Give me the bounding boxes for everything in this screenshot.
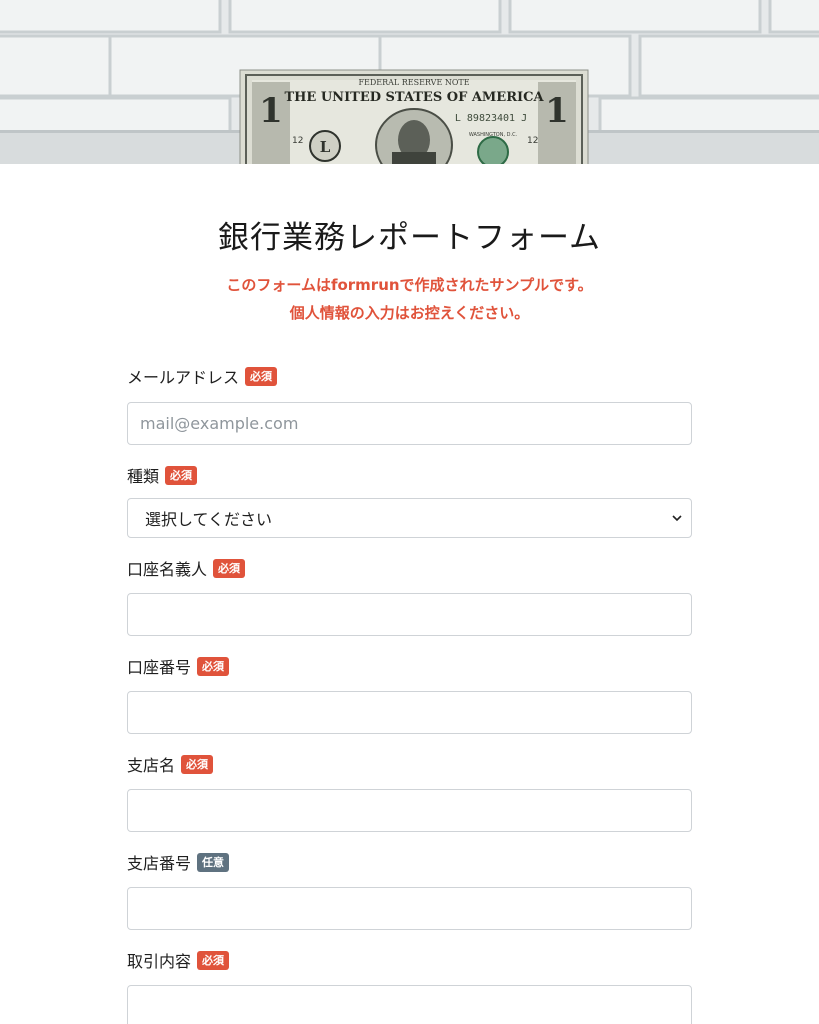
svg-text:L 89823401 J: L 89823401 J [455, 113, 527, 124]
required-badge: 必須 [245, 366, 278, 386]
branch-name-input[interactable] [127, 789, 692, 832]
optional-badge: 任意 [197, 852, 230, 872]
branch-name-label-row: 支店名 必須 [127, 752, 692, 776]
required-badge: 必須 [197, 950, 230, 970]
branch-number-field-group: 支店番号 任意 [127, 850, 692, 930]
email-input[interactable] [127, 402, 692, 445]
sample-notice-line1: このフォームはformrunで作成されたサンプルです。 [226, 276, 593, 294]
svg-text:12: 12 [292, 136, 303, 146]
type-field-group: 種類 必須 選択してください [127, 463, 692, 538]
svg-text:WASHINGTON, D.C.: WASHINGTON, D.C. [469, 132, 518, 138]
form-container: 銀行業務レポートフォーム このフォームはformrunで作成されたサンプルです。… [127, 212, 692, 1024]
branch-number-label: 支店番号 [127, 854, 192, 873]
type-select-value: 選択してください [145, 510, 273, 529]
transaction-details-label-row: 取引内容 必須 [127, 948, 692, 972]
required-badge: 必須 [165, 465, 198, 485]
account-holder-label-row: 口座名義人 必須 [127, 556, 692, 580]
required-badge: 必須 [181, 754, 214, 774]
svg-text:1: 1 [259, 91, 283, 131]
account-holder-input[interactable] [127, 593, 692, 636]
sample-notice-line2: 個人情報の入力はお控えください。 [289, 304, 530, 322]
email-label-row: メールアドレス 必須 [127, 364, 692, 388]
required-badge: 必須 [197, 656, 230, 676]
account-holder-label: 口座名義人 [127, 560, 208, 579]
account-number-field-group: 口座番号 必須 [127, 654, 692, 734]
required-badge: 必須 [213, 558, 246, 578]
branch-name-field-group: 支店名 必須 [127, 752, 692, 832]
account-number-input[interactable] [127, 691, 692, 734]
header-image: 1 1 FEDERAL RESERVE NOTE THE UNITED STAT… [0, 0, 819, 164]
transaction-details-label: 取引内容 [127, 952, 192, 971]
email-label: メールアドレス [127, 368, 240, 387]
svg-text:THE UNITED STATES OF AMERICA: THE UNITED STATES OF AMERICA [284, 90, 544, 105]
branch-name-label: 支店名 [127, 756, 176, 775]
svg-text:FEDERAL RESERVE NOTE: FEDERAL RESERVE NOTE [358, 78, 469, 87]
type-label: 種類 [127, 467, 160, 486]
form-title: 銀行業務レポートフォーム [217, 220, 602, 256]
chevron-down-icon [672, 515, 682, 522]
dollar-bill-image: 1 1 FEDERAL RESERVE NOTE THE UNITED STAT… [0, 0, 819, 164]
account-number-label: 口座番号 [127, 658, 192, 677]
branch-number-input[interactable] [127, 887, 692, 930]
type-label-row: 種類 必須 [127, 463, 692, 487]
svg-text:12: 12 [527, 136, 538, 146]
svg-text:L: L [320, 138, 331, 156]
branch-number-label-row: 支店番号 任意 [127, 850, 692, 874]
transaction-details-field-group: 取引内容 必須 [127, 948, 692, 1024]
type-select[interactable]: 選択してください [127, 498, 692, 538]
sample-notice: このフォームはformrunで作成されたサンプルです。 個人情報の入力はお控えく… [127, 271, 692, 327]
account-holder-field-group: 口座名義人 必須 [127, 556, 692, 636]
transaction-details-textarea[interactable] [127, 985, 692, 1024]
email-field-group: メールアドレス 必須 [127, 364, 692, 445]
account-number-label-row: 口座番号 必須 [127, 654, 692, 678]
svg-text:1: 1 [545, 91, 569, 131]
